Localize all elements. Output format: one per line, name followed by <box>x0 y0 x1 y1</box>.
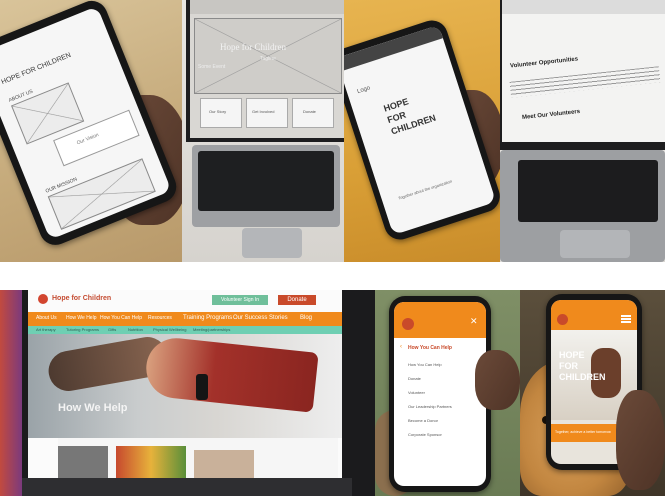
menu-item-2[interactable]: Donate <box>408 376 421 381</box>
subnav-meeting[interactable]: Meeting/partnerships <box>193 327 230 332</box>
status-bar <box>344 24 443 72</box>
photo-monitor-website: Hope for Children Volunteer Sign In Dona… <box>0 290 375 496</box>
subnav-nutrition[interactable]: Nutrition <box>128 327 143 332</box>
photo-phone-menu: ✕ ‹ How You Can Help How You Can Help Do… <box>375 290 520 496</box>
subnav-physical[interactable]: Physical Wellbeing <box>153 327 187 332</box>
thumb-2 <box>116 446 186 480</box>
app-header: ✕ <box>394 302 486 338</box>
subnav-gifts[interactable]: Gifts <box>108 327 116 332</box>
thumb <box>475 350 520 410</box>
thumb-3 <box>194 450 254 480</box>
menu-item-1[interactable]: How You Can Help <box>408 362 442 367</box>
card-story: Our Story <box>200 98 242 128</box>
card-story-label: Our Story <box>209 109 227 114</box>
heading-opportunities: Volunteer Opportunities <box>509 56 579 70</box>
card-involved-label: Get Involved <box>252 109 275 114</box>
browser-bar <box>190 0 344 14</box>
hero-line-1: HOPE <box>559 350 585 360</box>
thumb-1 <box>58 446 108 480</box>
donate-button[interactable]: Donate <box>278 295 316 305</box>
hero-title: Hope for Children <box>220 42 286 52</box>
nav-resources[interactable]: Resources <box>148 315 172 321</box>
photo-laptop-wireframe-home: Hope for Children Tagline Some Event Our… <box>182 0 344 262</box>
card-involved: Get Involved <box>246 98 288 128</box>
nav-about[interactable]: About Us <box>36 315 57 321</box>
menu-item-3[interactable]: Volunteer <box>408 390 425 395</box>
keyboard <box>198 151 334 211</box>
hero-tagline: Tagline <box>260 56 276 62</box>
hand <box>616 390 665 490</box>
laptop-base <box>192 145 340 227</box>
phone-screen: HOPE FOR CHILDREN ABOUT US Our Vision OU… <box>0 6 172 240</box>
subnav-tutoring[interactable]: Tutoring Programs <box>66 327 99 332</box>
tagline: Together about the organization <box>397 178 453 201</box>
trackpad <box>242 228 302 258</box>
nav-how-you-can-help[interactable]: How You Can Help <box>100 315 142 321</box>
monitor-screen: Hope for Children Volunteer Sign In Dona… <box>28 290 342 480</box>
arm-right <box>143 335 319 413</box>
side-monitor <box>0 290 22 496</box>
card-donate-label: Donate <box>303 109 316 114</box>
menu-heading: How You Can Help <box>408 345 452 351</box>
photo-phone-dog: HOPE FOR CHILDREN Together, achieve a be… <box>520 290 665 496</box>
heart-logo-icon <box>38 294 48 304</box>
nav-how-we-help[interactable]: How We Help <box>66 315 96 321</box>
phone-screen: ✕ ‹ How You Can Help How You Can Help Do… <box>394 302 486 486</box>
photo-phone-wireframe-logo: Logo HOPE FOR CHILDREN Together about th… <box>344 0 500 262</box>
sub-nav: Art therapy Tutoring Programs Gifts Nutr… <box>28 326 342 334</box>
app-header <box>551 300 637 330</box>
brand-title: HOPE FOR CHILDREN <box>0 51 73 87</box>
paragraph-lines <box>509 66 661 98</box>
hero-line-3: CHILDREN <box>559 372 606 382</box>
heading-meet: Meet Our Volunteers <box>521 108 581 122</box>
keyboard <box>518 160 658 222</box>
banner-text: Together, achieve a better tomorrow <box>555 430 611 434</box>
hero-event: Some Event <box>198 64 226 70</box>
laptop-screen: Hope for Children Tagline Some Event Our… <box>186 0 344 142</box>
main-nav: About Us How We Help How You Can Help Re… <box>28 312 342 326</box>
content-area <box>58 438 338 480</box>
phone-screen: Logo HOPE FOR CHILDREN Together about th… <box>344 24 497 236</box>
menu-item-4[interactable]: Our Leadership Partners <box>408 404 452 409</box>
laptop-base <box>500 150 665 262</box>
logo-label: Logo <box>356 85 372 96</box>
card-donate: Donate <box>292 98 334 128</box>
menu-item-5[interactable]: Become a Donor <box>408 418 438 423</box>
volunteer-signin-button[interactable]: Volunteer Sign In <box>212 295 268 305</box>
browser-bar <box>502 0 665 14</box>
nav-success[interactable]: Our Success Stories <box>233 315 288 321</box>
subnav-art[interactable]: Art therapy <box>36 327 56 332</box>
nav-blog[interactable]: Blog <box>300 315 312 321</box>
logo-icon <box>402 318 414 330</box>
photo-laptop-volunteer: Volunteer Opportunities Meet Our Volunte… <box>500 0 665 262</box>
menu-icon[interactable] <box>621 315 631 317</box>
vision-box-label: Our Vision <box>75 132 100 147</box>
phone: Logo HOPE FOR CHILDREN Together about th… <box>344 16 500 244</box>
site-logo-text: Hope for Children <box>52 295 112 302</box>
trackpad <box>560 230 630 258</box>
hero-line-2: FOR <box>559 361 578 371</box>
menu-item-6[interactable]: Corporate Sponsor <box>408 432 442 437</box>
photo-phone-wireframe-about: HOPE FOR CHILDREN ABOUT US Our Vision OU… <box>0 0 182 262</box>
hero-photo: How We Help <box>28 333 342 438</box>
laptop-display: Volunteer Opportunities Meet Our Volunte… <box>502 0 665 142</box>
dock <box>22 478 352 496</box>
logo-icon <box>557 314 568 325</box>
watch <box>196 374 208 400</box>
close-icon[interactable]: ✕ <box>470 316 478 327</box>
nav-training[interactable]: Training Programs <box>183 315 232 321</box>
hero-heading: How We Help <box>58 402 128 414</box>
back-chevron-icon[interactable]: ‹ <box>400 344 402 350</box>
laptop-screen: Volunteer Opportunities Meet Our Volunte… <box>500 0 665 150</box>
